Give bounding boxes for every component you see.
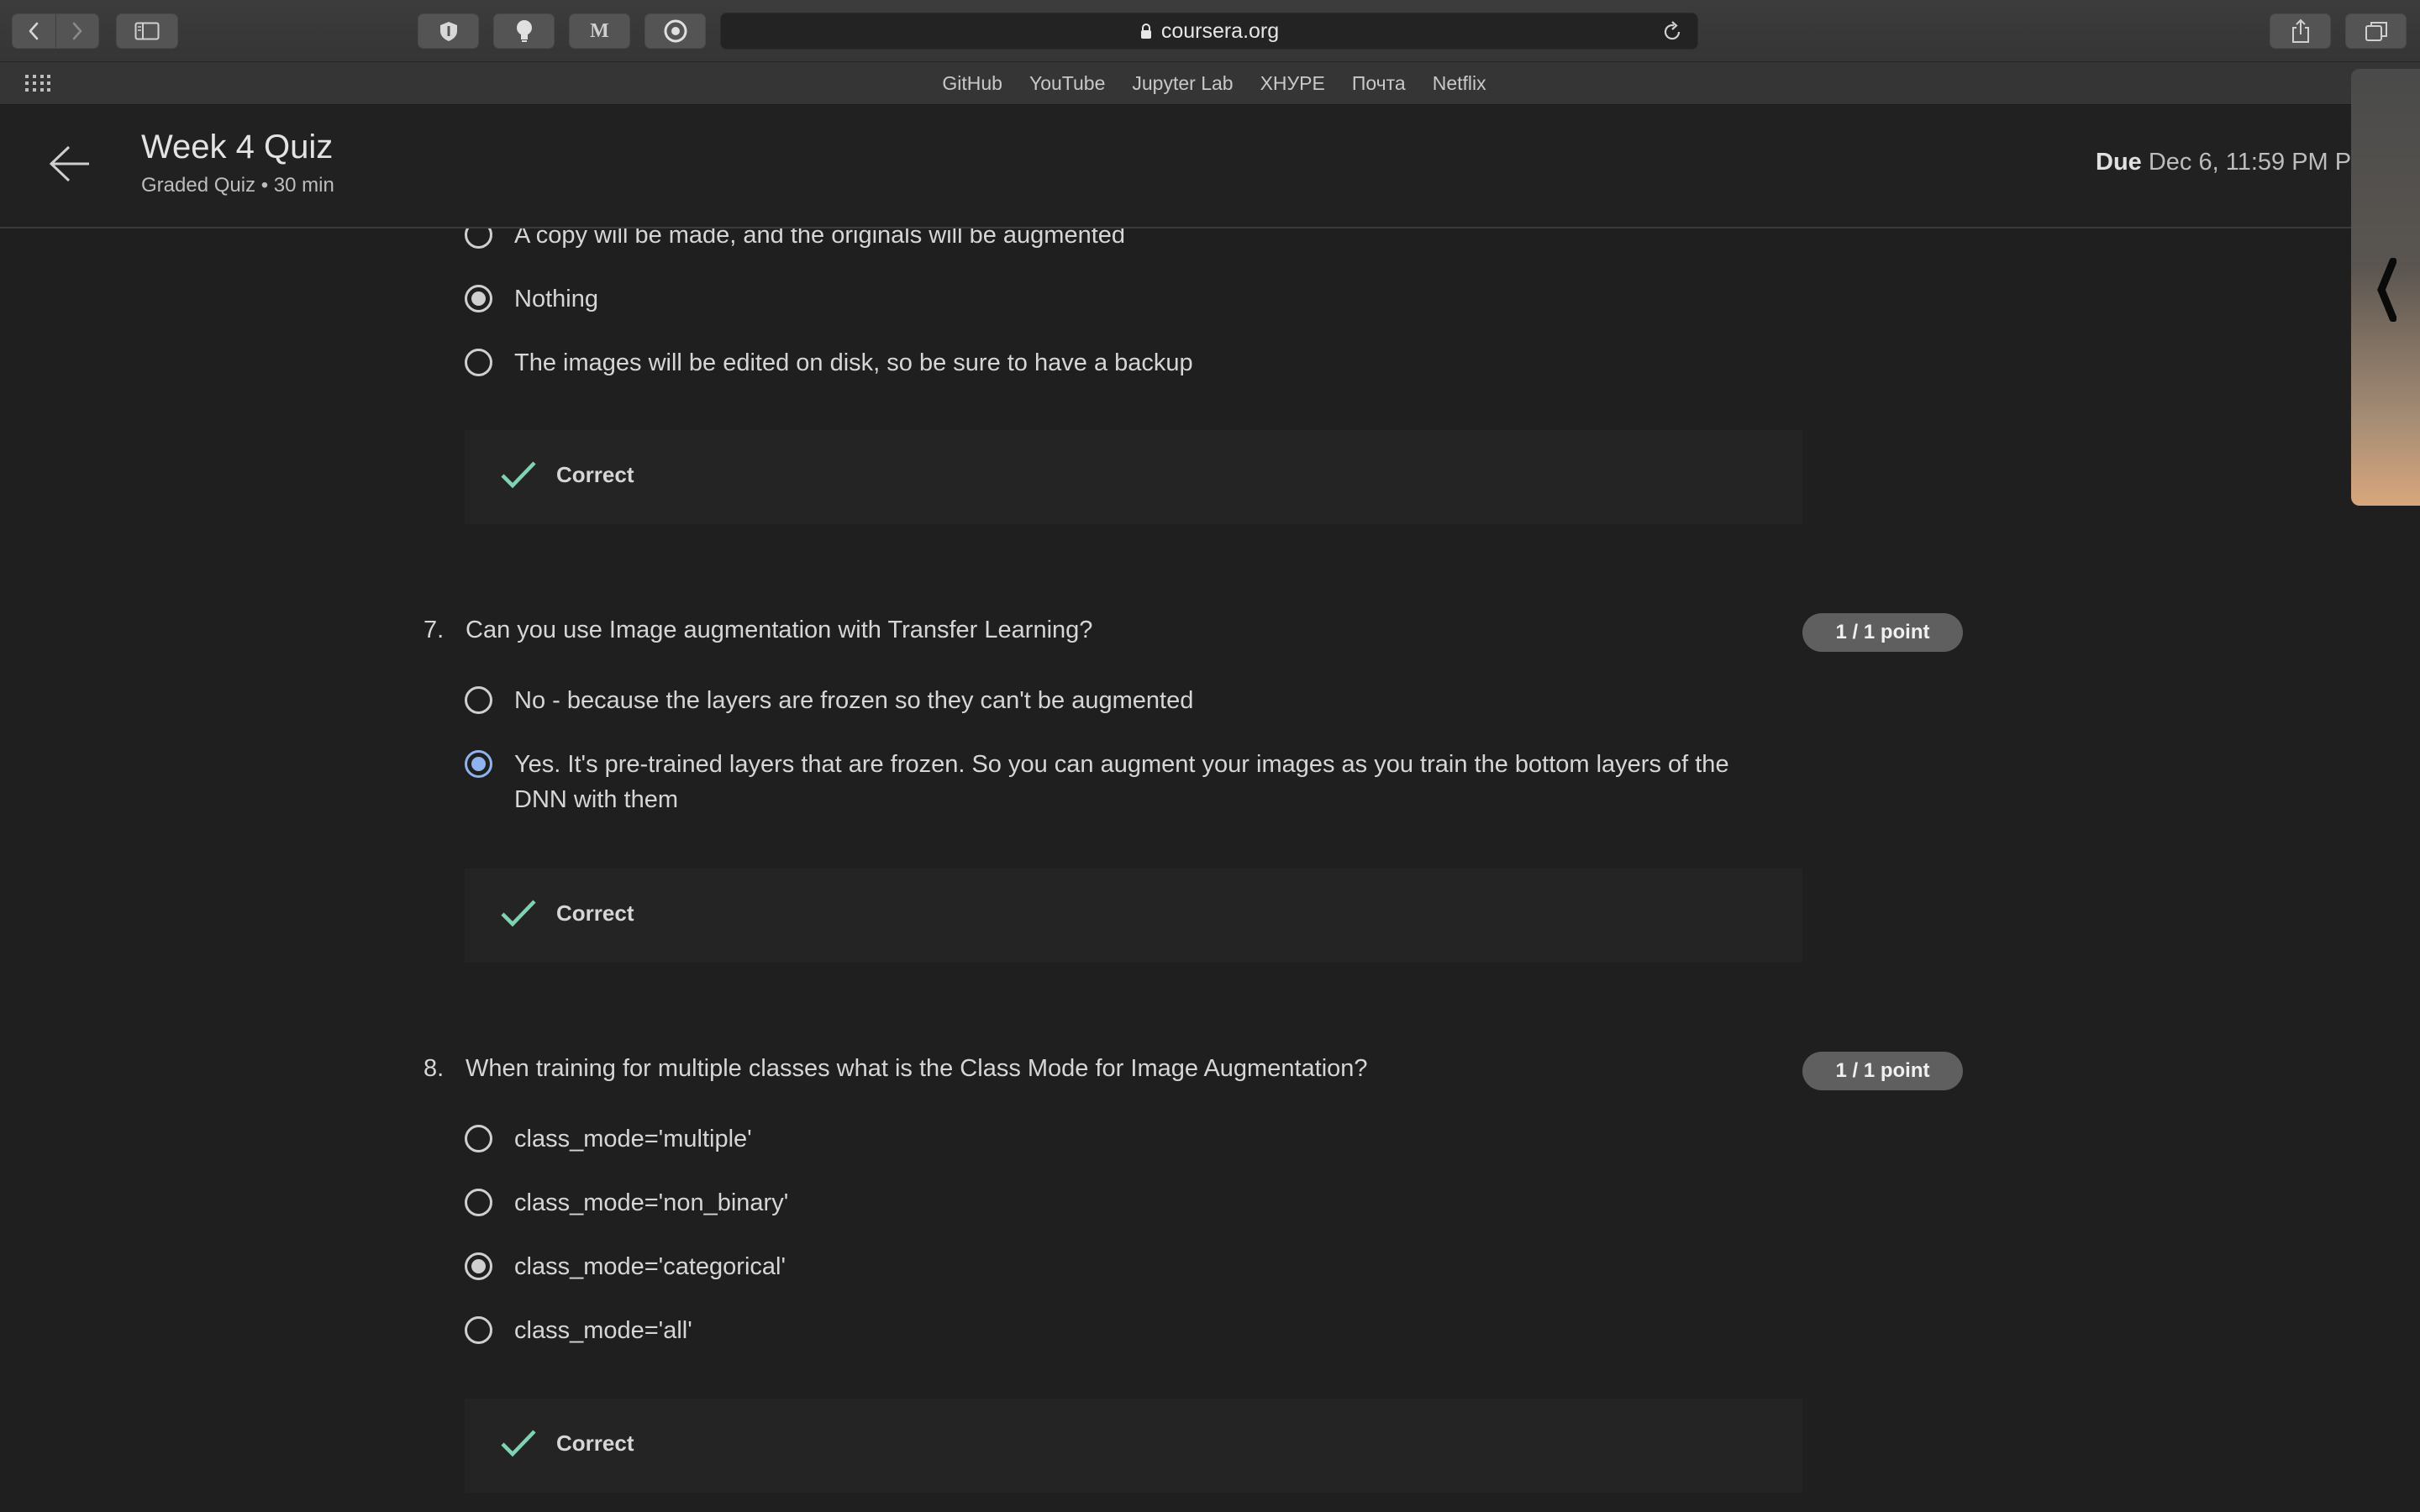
option-label: Yes. It's pre-trained layers that are fr… [514, 751, 1729, 813]
q7-text: Can you use Image augmentation with Tran… [466, 617, 1093, 643]
option-label: Nothing [514, 286, 598, 312]
q8-text: When training for multiple classes what … [466, 1055, 1368, 1082]
tabs-icon [2365, 22, 2387, 41]
favorite-youtube[interactable]: YouTube [1029, 72, 1105, 95]
extension-button-1[interactable] [418, 13, 479, 49]
back-to-course-button[interactable] [47, 144, 92, 188]
share-icon [2291, 18, 2309, 43]
vpn-icon [664, 19, 687, 43]
favorite-nure[interactable]: ХНУРЕ [1260, 72, 1325, 95]
back-icon [29, 22, 39, 40]
radio-button[interactable] [465, 686, 492, 714]
q8-option-1[interactable]: class_mode='multiple' [465, 1125, 752, 1157]
due-label: Due [2096, 149, 2142, 176]
feedback-label: Correct [556, 462, 634, 487]
option-label: No - because the layers are frozen so th… [514, 687, 1194, 714]
extension-icon [439, 22, 457, 41]
radio-button-selected[interactable] [465, 285, 492, 312]
option-label: class_mode='all' [514, 1317, 692, 1344]
radio-button[interactable] [465, 1125, 492, 1152]
option-label: class_mode='multiple' [514, 1126, 752, 1152]
extension-button-3[interactable]: M [569, 13, 630, 49]
favorite-github[interactable]: GitHub [942, 72, 1002, 95]
url-text: coursera.org [1160, 18, 1280, 43]
arrow-left-icon [49, 145, 89, 182]
checkmark-icon [501, 900, 536, 927]
nav-buttons [12, 13, 99, 49]
q8-option-2[interactable]: class_mode='non_binary' [465, 1189, 788, 1221]
q8-points-badge: 1 / 1 point [1802, 1052, 1963, 1090]
q8-feedback: Correct [465, 1399, 1802, 1493]
q8-number: 8. [424, 1055, 445, 1082]
radio-button-selected[interactable] [465, 750, 492, 778]
extension-button-4[interactable] [644, 13, 706, 49]
quiz-content: A copy will be made, and the originals w… [0, 228, 2344, 1512]
favorite-netflix[interactable]: Netflix [1433, 72, 1486, 95]
q8-option-3[interactable]: class_mode='categorical' [465, 1252, 786, 1284]
q7-points-badge: 1 / 1 point [1802, 613, 1963, 652]
favorites-bar: GitHub YouTube Jupyter Lab ХНУРЕ Почта N… [0, 62, 2420, 105]
radio-button[interactable] [465, 349, 492, 376]
chevron-left-icon [2377, 258, 2396, 322]
radio-button-selected[interactable] [465, 1252, 492, 1280]
feedback-label: Correct [556, 900, 634, 926]
option-label: class_mode='categorical' [514, 1253, 786, 1280]
m-extension-icon: M [590, 19, 609, 42]
lightbulb-icon [516, 20, 532, 42]
address-host: coursera.org [721, 13, 1697, 49]
due-value: Dec 6, 11:59 PM PS [2148, 149, 2368, 176]
forward-button[interactable] [55, 14, 99, 48]
q6-feedback: Correct [465, 430, 1802, 524]
q7-option-1[interactable]: No - because the layers are frozen so th… [465, 686, 1193, 718]
q7-feedback: Correct [465, 869, 1802, 963]
forward-icon [72, 22, 82, 40]
browser-toolbar: M coursera.org [0, 0, 2420, 62]
q6-option-3[interactable]: The images will be edited on disk, so be… [465, 349, 1193, 381]
sidebar-icon [134, 22, 160, 40]
q6-option-1[interactable]: A copy will be made, and the originals w… [465, 228, 1125, 253]
quiz-header: Week 4 Quiz Graded Quiz • 30 min Due Dec… [0, 105, 2420, 228]
option-label: A copy will be made, and the originals w… [514, 228, 1126, 249]
address-bar[interactable]: coursera.org [720, 13, 1698, 50]
favorite-mail[interactable]: Почта [1352, 72, 1406, 95]
page-subtitle: Graded Quiz • 30 min [141, 174, 334, 197]
reload-button[interactable] [1662, 21, 1682, 47]
extension-button-2[interactable] [493, 13, 555, 49]
checkmark-icon [501, 1430, 536, 1457]
radio-button[interactable] [465, 1189, 492, 1216]
q8-option-4[interactable]: class_mode='all' [465, 1316, 692, 1348]
radio-button[interactable] [465, 228, 492, 249]
share-button[interactable] [2270, 13, 2331, 49]
radio-button[interactable] [465, 1316, 492, 1344]
feedback-label: Correct [556, 1431, 634, 1456]
option-label: class_mode='non_binary' [514, 1189, 789, 1216]
q7-number: 7. [424, 617, 445, 643]
checkmark-icon [501, 461, 536, 489]
tabs-button[interactable] [2345, 13, 2407, 49]
q7-option-2[interactable]: Yes. It's pre-trained layers that are fr… [465, 750, 1758, 817]
sidebar-button[interactable] [116, 13, 178, 49]
favorite-jupyter-lab[interactable]: Jupyter Lab [1132, 72, 1233, 95]
q6-option-2[interactable]: Nothing [465, 285, 598, 317]
due-date: Due Dec 6, 11:59 PM PS [2096, 149, 2367, 176]
back-button[interactable] [13, 14, 55, 48]
lock-icon [1140, 24, 1151, 39]
option-label: The images will be edited on disk, so be… [514, 349, 1193, 376]
side-panel-toggle[interactable] [2351, 69, 2420, 506]
favorites-list: GitHub YouTube Jupyter Lab ХНУРЕ Почта N… [0, 62, 2420, 104]
page-title: Week 4 Quiz [141, 129, 334, 165]
reload-icon [1664, 21, 1681, 40]
